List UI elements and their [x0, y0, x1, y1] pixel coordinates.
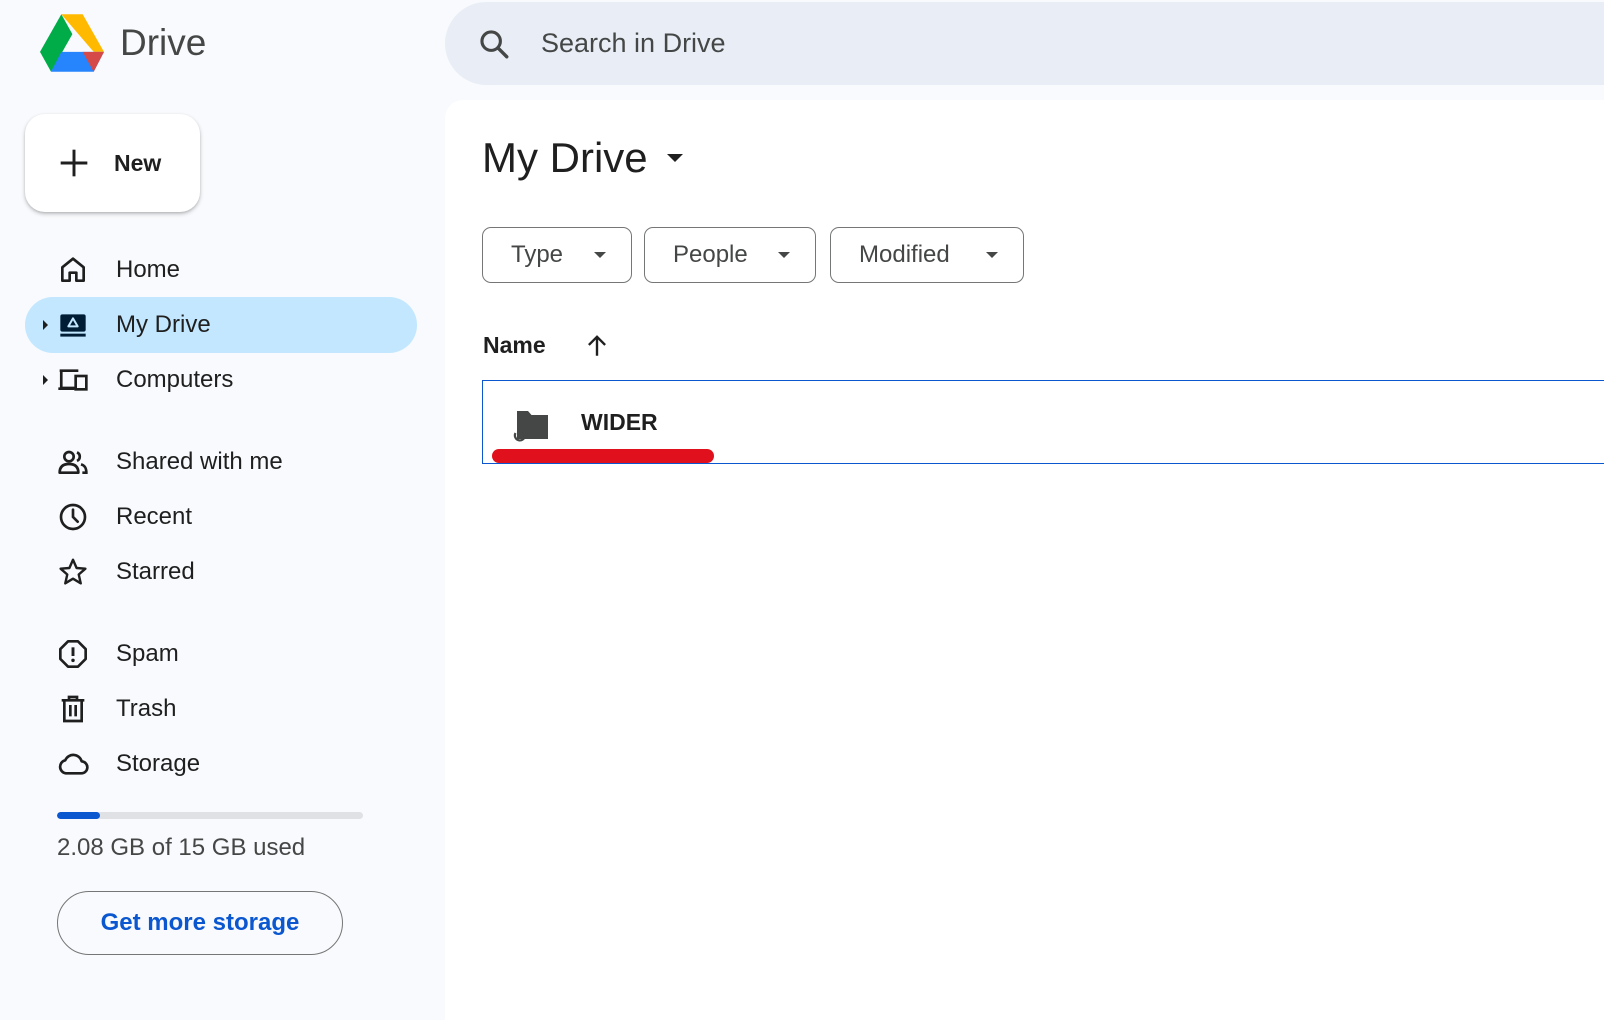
app-name: Drive	[120, 22, 207, 63]
chevron-down-icon	[986, 252, 998, 258]
my-drive-title-menu[interactable]: My Drive	[482, 134, 684, 182]
dropdown-caret-icon	[666, 154, 683, 162]
storage-meter	[57, 812, 363, 819]
sidebar-item-label: Spam	[116, 640, 179, 667]
new-button-label: New	[114, 149, 162, 176]
cloud-icon	[58, 753, 89, 775]
sidebar-item-storage[interactable]: Storage	[25, 736, 417, 792]
sidebar-item-home[interactable]: Home	[25, 242, 417, 298]
sidebar-item-label: Home	[116, 256, 181, 283]
new-button[interactable]: New	[25, 114, 200, 212]
expand-caret-icon[interactable]	[40, 374, 50, 386]
search-icon[interactable]	[477, 27, 511, 61]
sort-ascending-arrow-icon[interactable]	[584, 333, 610, 359]
drive-logo[interactable]: Drive	[40, 14, 206, 72]
trash-icon	[61, 695, 85, 723]
page-title: My Drive	[482, 134, 648, 181]
star-icon	[59, 558, 87, 585]
column-header-label: Name	[483, 332, 546, 358]
filter-type-chip[interactable]: Type	[482, 227, 632, 283]
sidebar-item-spam[interactable]: Spam	[25, 626, 417, 682]
sidebar-item-starred[interactable]: Starred	[25, 544, 417, 600]
sidebar-item-label: Trash	[116, 695, 177, 722]
search-bar[interactable]: Search in Drive	[445, 2, 1604, 85]
expand-caret-icon[interactable]	[40, 319, 50, 331]
sidebar-item-label: My Drive	[116, 311, 211, 338]
sidebar-item-label: Starred	[116, 558, 195, 585]
home-icon	[61, 257, 85, 282]
spam-icon	[59, 640, 87, 668]
drive-logo-icon	[40, 14, 104, 72]
sidebar-item-computers[interactable]: Computers	[25, 352, 417, 408]
plus-icon	[60, 149, 88, 177]
filter-chip-label: People	[673, 241, 748, 268]
storage-meter-fill	[57, 812, 100, 819]
sidebar-item-shared-with-me[interactable]: Shared with me	[25, 434, 417, 490]
clock-icon	[59, 503, 87, 531]
sidebar-item-label: Recent	[116, 503, 193, 530]
chevron-down-icon	[594, 252, 606, 258]
sidebar-item-trash[interactable]: Trash	[25, 681, 417, 737]
column-header-name[interactable]: Name	[483, 332, 610, 359]
my-drive-icon	[60, 314, 86, 337]
storage-used-text: 2.08 GB of 15 GB used	[57, 834, 306, 861]
filter-people-chip[interactable]: People	[644, 227, 816, 283]
sidebar-item-label: Computers	[116, 366, 234, 393]
file-name: WIDER	[581, 409, 658, 435]
shared-folder-icon	[513, 411, 548, 442]
filter-chip-label: Type	[511, 241, 564, 268]
filter-modified-chip[interactable]: Modified	[830, 227, 1024, 283]
sidebar-item-label: Storage	[116, 750, 201, 777]
sidebar-item-label: Shared with me	[116, 448, 283, 475]
filter-chip-label: Modified	[859, 241, 950, 268]
chevron-down-icon	[778, 252, 790, 258]
sidebar-item-recent[interactable]: Recent	[25, 489, 417, 545]
annotation-underline	[492, 449, 714, 463]
get-more-storage-button[interactable]: Get more storage	[57, 891, 343, 955]
computer-icon	[58, 369, 88, 391]
people-icon	[58, 450, 88, 474]
search-input[interactable]: Search in Drive	[541, 28, 726, 59]
sidebar-item-my-drive[interactable]: My Drive	[25, 297, 417, 353]
